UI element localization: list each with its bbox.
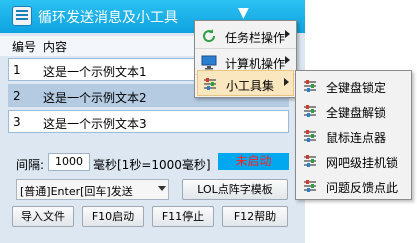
sliders-icon [304,105,316,117]
lol-template-button[interactable]: LOL点阵字模板 [182,179,288,200]
send-mode-select[interactable]: [普通]Enter[回车]发送 [16,179,169,200]
menu-item-label: 任务栏操作 [225,31,286,45]
stop-button[interactable]: F11停止 [152,206,214,227]
start-button[interactable]: F10启动 [82,206,144,227]
menu-dropdown-icon[interactable]: ▼ [238,5,249,21]
interval-input[interactable]: 1000 [48,153,90,171]
help-button[interactable]: F12帮助 [222,206,288,227]
submenu-arrow-icon [285,30,290,38]
row-number: 1 [13,63,21,77]
submenu-item-label: 鼠标连点器 [326,131,387,145]
column-header-content: 内容 [43,40,68,54]
send-mode-value: [普通]Enter[回车]发送 [20,185,133,198]
submenu-item-mouse-clicker[interactable]: 鼠标连点器 [298,123,409,149]
status-badge: 未启动 [218,153,289,170]
submenu-item-unlock-keyboard[interactable]: 全键盘解锁 [298,98,409,124]
row-number: 3 [13,115,21,129]
menu-item-taskbar[interactable]: 任务栏操作 [197,23,294,49]
computer-icon [201,55,217,70]
row-text: 这是一个示例文本1 [43,65,147,79]
submenu-item-idle-lock[interactable]: 网吧级挂机锁 [298,148,409,174]
sliders-icon [304,80,316,92]
submenu-item-label: 网吧级挂机锁 [326,156,399,170]
interval-unit-label: 毫秒[1秒=1000毫秒] [93,158,211,172]
chevron-down-icon [158,186,166,191]
row-number: 2 [13,89,21,103]
submenu-item-label: 全键盘解锁 [326,106,387,120]
interval-label: 间隔: [16,158,45,172]
sliders-icon [304,130,316,142]
submenu-arrow-icon [285,56,290,64]
tools-submenu: 全键盘锁定 全键盘解锁 鼠标连点器 网吧级挂机锁 问题反馈点此 [295,70,412,200]
dropdown-menu: 任务栏操作 计算机操作 小工具集 [194,20,297,98]
menu-item-tools[interactable]: 小工具集 [197,70,294,96]
submenu-item-label: 全键盘锁定 [326,81,387,95]
sliders-icon [304,155,316,167]
sliders-icon [304,180,316,192]
submenu-arrow-icon [284,78,289,86]
submenu-item-feedback[interactable]: 问题反馈点此 [298,173,409,199]
refresh-icon [203,29,216,43]
row-text: 这是一个示例文本2 [43,91,147,105]
app-list-icon [12,6,32,26]
row-text: 这是一个示例文本3 [43,117,147,131]
column-header-number: 编号 [12,40,37,54]
submenu-item-label: 问题反馈点此 [326,181,399,195]
table-row[interactable]: 3 这是一个示例文本3 [8,110,289,133]
submenu-item-lock-keyboard[interactable]: 全键盘锁定 [298,73,409,99]
sliders-icon [204,78,216,90]
window-title: 循环发送消息及小工具 [38,10,178,26]
menu-item-label: 小工具集 [226,79,275,93]
import-file-button[interactable]: 导入文件 [12,206,74,227]
